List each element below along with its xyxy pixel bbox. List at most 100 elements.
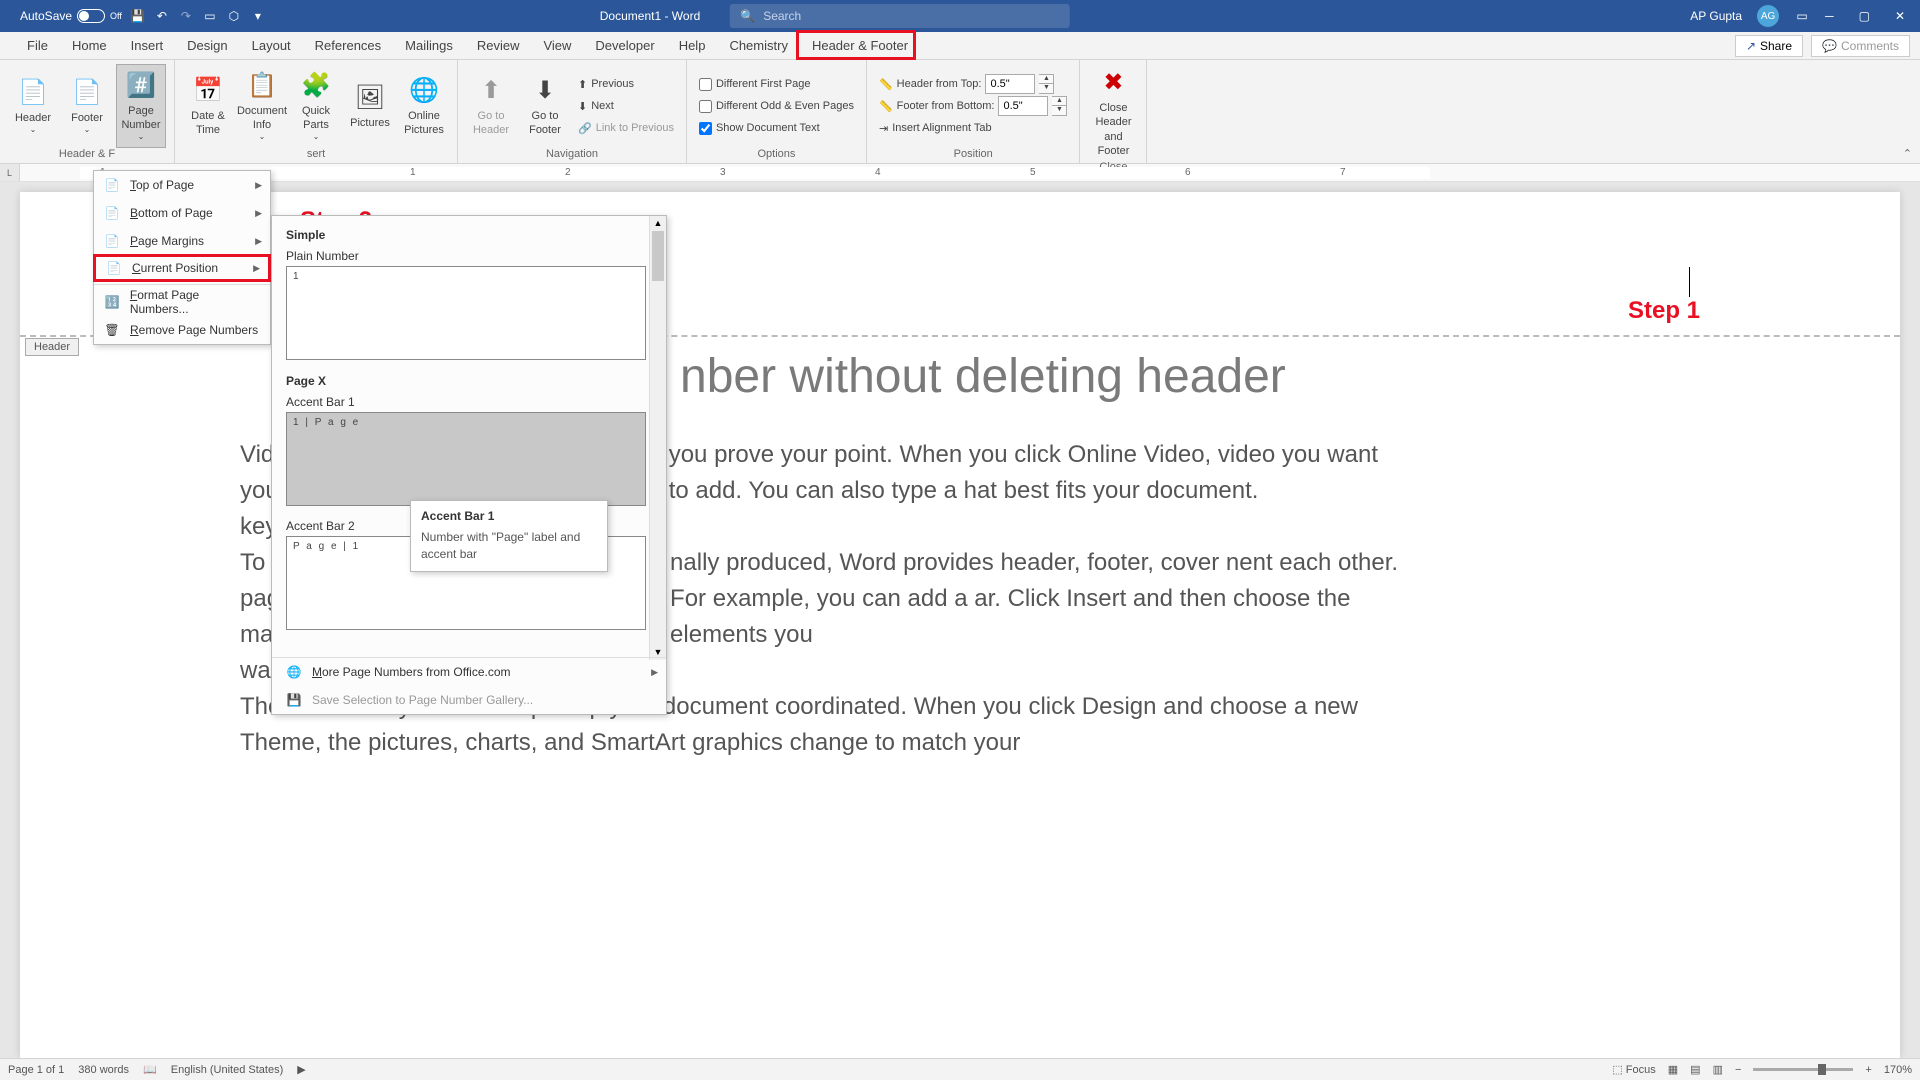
qat-more-icon[interactable]: ▾ (250, 8, 266, 24)
menu-top-of-page[interactable]: 📄 TTop of Pageop of Page ▶ (94, 171, 270, 199)
status-word-count[interactable]: 380 words (78, 1064, 129, 1076)
ribbon: 📄 Header⌄ 📄 Footer⌄ #️⃣ Page Number⌄ Hea… (0, 60, 1920, 164)
save-icon[interactable]: 💾 (130, 8, 146, 24)
tab-design[interactable]: Design (175, 34, 239, 57)
status-spell-icon[interactable]: 📖 (143, 1063, 157, 1076)
status-language[interactable]: English (United States) (171, 1064, 284, 1076)
menu-current-position[interactable]: 📄 Current Position ▶ (93, 254, 271, 282)
focus-mode[interactable]: ⬚ Focus (1612, 1063, 1655, 1076)
ribbon-group-close: ✖ Close Header and Footer Close (1080, 60, 1147, 163)
view-web-layout-icon[interactable]: ▥ (1713, 1063, 1723, 1076)
ribbon-display-icon[interactable]: ▭ (1794, 8, 1810, 24)
scroll-up-icon[interactable]: ▲ (650, 216, 666, 231)
tab-view[interactable]: View (531, 34, 583, 57)
undo-icon[interactable]: ↶ (154, 8, 170, 24)
tab-insert[interactable]: Insert (119, 34, 176, 57)
gallery-item-plain-number[interactable]: 1 (286, 266, 646, 360)
close-header-footer-button[interactable]: ✖ Close Header and Footer (1088, 64, 1138, 161)
view-read-mode-icon[interactable]: ▤ (1690, 1063, 1700, 1076)
zoom-slider[interactable] (1753, 1068, 1853, 1071)
status-bar: Page 1 of 1 380 words 📖 English (United … (0, 1058, 1920, 1080)
document-title: Document1 - Word (600, 9, 700, 23)
qat-icon-2[interactable]: ⬡ (226, 8, 242, 24)
calendar-icon: 📅 (192, 75, 224, 107)
close-x-icon: ✖ (1097, 67, 1129, 99)
zoom-level[interactable]: 170% (1884, 1064, 1912, 1076)
maximize-button[interactable]: ▢ (1859, 9, 1870, 23)
qat-icon-1[interactable]: ▭ (202, 8, 218, 24)
tab-chemistry[interactable]: Chemistry (717, 34, 800, 57)
footer-icon: 📄 (71, 77, 103, 109)
date-time-button[interactable]: 📅 Date & Time (183, 64, 233, 148)
quick-parts-button[interactable]: 🧩 Quick Parts⌄ (291, 64, 341, 148)
view-print-layout-icon[interactable]: ▦ (1668, 1063, 1678, 1076)
menu-bottom-of-page[interactable]: 📄 Bottom of Page ▶ (94, 199, 270, 227)
footer-from-bottom-input[interactable] (998, 96, 1048, 116)
user-avatar[interactable]: AG (1757, 5, 1779, 27)
close-button[interactable]: ✕ (1895, 9, 1905, 23)
page-top-icon: 📄 (104, 177, 120, 193)
collapse-ribbon-icon[interactable]: ⌃ (1903, 147, 1912, 160)
previous-button[interactable]: ⬆Previous (574, 73, 678, 95)
header-icon: 📄 (17, 77, 49, 109)
search-box[interactable]: 🔍 Search (730, 4, 1070, 28)
doc-para-2: nally produced, Word provides header, fo… (670, 545, 1400, 669)
zoom-out-button[interactable]: − (1735, 1064, 1741, 1076)
search-placeholder: Search (763, 9, 801, 23)
gallery-scrollbar[interactable]: ▲ ▼ (649, 216, 666, 660)
tab-file[interactable]: File (15, 34, 60, 57)
chevron-right-icon: ▶ (255, 180, 262, 191)
gallery-more-from-office[interactable]: 🌐 More Page Numbers from Office.com ▶ (272, 658, 666, 686)
zoom-in-button[interactable]: + (1865, 1064, 1871, 1076)
header-top-spinner[interactable]: ▲▼ (1039, 74, 1054, 94)
online-pictures-button[interactable]: 🌐 Online Pictures (399, 64, 449, 148)
redo-icon[interactable]: ↷ (178, 8, 194, 24)
next-button[interactable]: ⬇Next (574, 95, 678, 117)
toggle-switch[interactable] (77, 9, 105, 23)
share-button[interactable]: ↗Share (1735, 35, 1803, 57)
user-name[interactable]: AP Gupta (1690, 9, 1742, 23)
goto-header-button[interactable]: ⬆ Go to Header (466, 64, 516, 148)
show-document-text-check[interactable]: Show Document Text (695, 117, 858, 139)
tab-references[interactable]: References (303, 34, 393, 57)
tab-review[interactable]: Review (465, 34, 532, 57)
gallery-item-accent-bar-1[interactable]: 1 | P a g e (286, 412, 646, 506)
chevron-right-icon: ▶ (255, 236, 262, 247)
tab-mailings[interactable]: Mailings (393, 34, 465, 57)
tab-header-footer[interactable]: Header & Footer (800, 34, 920, 57)
tab-home[interactable]: Home (60, 34, 119, 57)
horizontal-ruler[interactable]: 1 1 2 3 4 5 6 7 (20, 164, 1920, 181)
menu-format-page-numbers[interactable]: 🔢 Format Page Numbers... (94, 288, 270, 316)
header-button[interactable]: 📄 Header⌄ (8, 64, 58, 148)
pictures-button[interactable]: 🖼 Pictures (345, 64, 395, 148)
page-margins-icon: 📄 (104, 233, 120, 249)
comments-button[interactable]: 💬Comments (1811, 35, 1910, 57)
status-page-info[interactable]: Page 1 of 1 (8, 1064, 64, 1076)
link-previous-button[interactable]: 🔗Link to Previous (574, 117, 678, 139)
header-from-top-input[interactable] (985, 74, 1035, 94)
footer-from-bottom-row: 📏 Footer from Bottom: ▲▼ (875, 95, 1072, 117)
pictures-icon: 🖼 (354, 82, 386, 114)
minimize-button[interactable]: ─ (1825, 9, 1834, 23)
different-odd-even-check[interactable]: Different Odd & Even Pages (695, 95, 858, 117)
link-icon: 🔗 (578, 122, 592, 135)
gallery-heading-simple: Simple (286, 224, 646, 246)
scroll-thumb[interactable] (652, 231, 664, 281)
footer-button[interactable]: 📄 Footer⌄ (62, 64, 112, 148)
footer-bottom-spinner[interactable]: ▲▼ (1052, 96, 1067, 116)
tab-developer[interactable]: Developer (583, 34, 666, 57)
tab-help[interactable]: Help (667, 34, 718, 57)
format-icon: 🔢 (104, 294, 120, 310)
autosave-toggle[interactable]: AutoSave Off (20, 9, 122, 23)
insert-alignment-tab-button[interactable]: ⇥Insert Alignment Tab (875, 117, 1072, 139)
page-number-button[interactable]: #️⃣ Page Number⌄ (116, 64, 166, 148)
different-first-page-check[interactable]: Different First Page (695, 73, 858, 95)
status-macro-icon[interactable]: ▶ (297, 1063, 305, 1076)
tab-layout[interactable]: Layout (240, 34, 303, 57)
ribbon-group-options: Different First Page Different Odd & Eve… (687, 60, 867, 163)
document-info-button[interactable]: 📋 Document Info⌄ (237, 64, 287, 148)
menu-remove-page-numbers[interactable]: 🗑 Remove Page Numbers (94, 316, 270, 344)
menu-page-margins[interactable]: 📄 Page Margins ▶ (94, 227, 270, 255)
goto-footer-button[interactable]: ⬇ Go to Footer (520, 64, 570, 148)
autosave-label: AutoSave (20, 9, 72, 23)
